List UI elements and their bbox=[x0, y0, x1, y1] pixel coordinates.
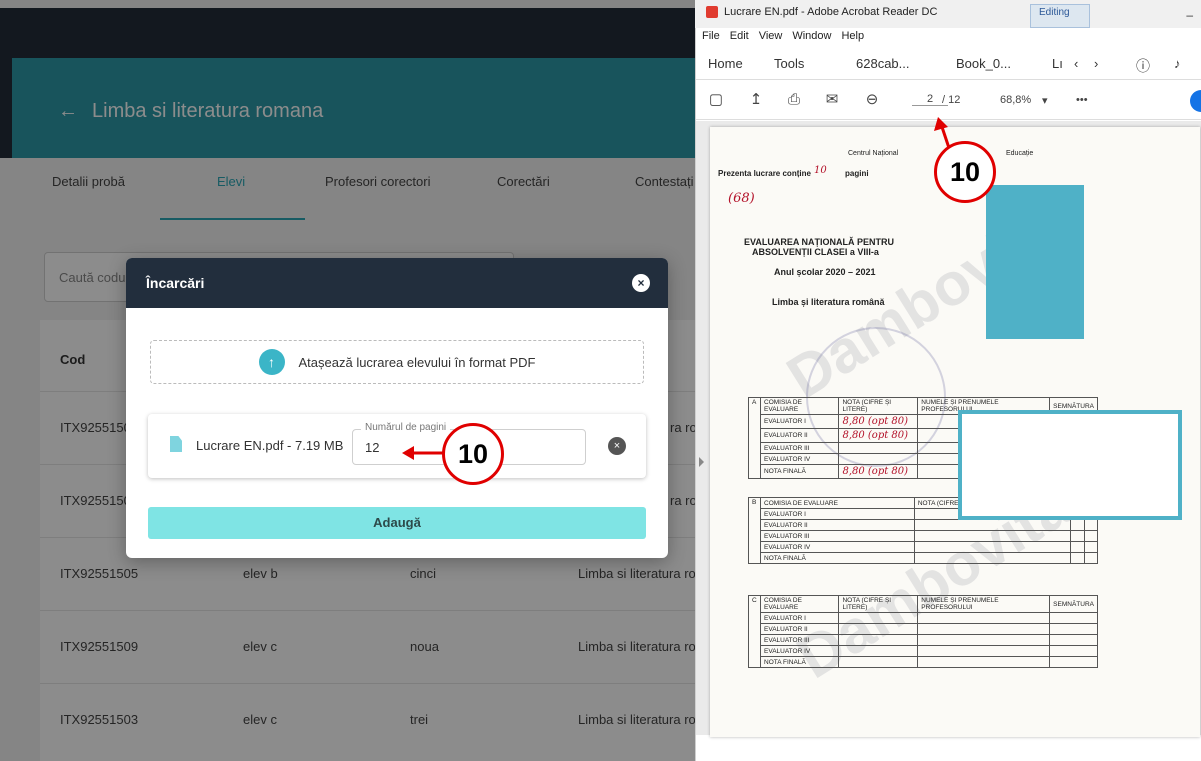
table-cell: EVALUATOR I bbox=[759, 612, 840, 624]
table-cell: EVALUATOR IV bbox=[760, 541, 915, 553]
table-header: NOTA (CIFRE ȘI LITERE) bbox=[838, 595, 919, 613]
tab-document-book[interactable]: Book_0... bbox=[956, 56, 1011, 71]
add-button[interactable]: Adaugă bbox=[148, 507, 646, 539]
more-tools-icon[interactable]: ••• bbox=[1076, 94, 1088, 106]
grade-cell: 8,80 (opt 80) bbox=[838, 414, 919, 429]
table-cell: NOTA FINALĂ bbox=[760, 552, 915, 564]
table-cell: EVALUATOR II bbox=[759, 623, 840, 635]
table-header: COMISIA DE EVALUARE bbox=[759, 397, 840, 415]
panel-toggle-icon[interactable] bbox=[699, 457, 704, 467]
evaluation-table-c: C COMISIA DE EVALUARE NOTA (CIFRE ȘI LIT… bbox=[748, 595, 1098, 668]
school-year: Anul școlar 2020 – 2021 bbox=[774, 267, 876, 277]
subject-label: Limba și literatura română bbox=[772, 297, 885, 307]
file-icon bbox=[170, 436, 182, 452]
grade-cell: 8,80 (opt 80) bbox=[838, 428, 919, 443]
table-letter: C bbox=[748, 595, 761, 668]
cloud-upload-icon: ↑ bbox=[258, 349, 285, 375]
tab-document-current[interactable]: Lı bbox=[1052, 56, 1063, 71]
table-cell: EVALUATOR I bbox=[760, 508, 915, 520]
tab-tools[interactable]: Tools bbox=[774, 56, 804, 71]
redacted-signature-block bbox=[958, 410, 1182, 520]
upload-cloud-icon[interactable]: ↥ bbox=[746, 90, 766, 110]
table-cell: EVALUATOR II bbox=[759, 428, 840, 443]
close-icon[interactable]: × bbox=[632, 274, 650, 292]
save-icon[interactable]: ▢ bbox=[706, 90, 726, 110]
menu-edit[interactable]: Edit bbox=[730, 30, 749, 42]
table-cell: EVALUATOR IV bbox=[759, 453, 840, 465]
acrobat-tab-bar: Home Tools 628cab... Book_0... Lı ‹ › ⓘ … bbox=[696, 48, 1201, 80]
acrobat-title-bar: Lucrare EN.pdf - Adobe Acrobat Reader DC bbox=[706, 6, 937, 18]
table-cell: EVALUATOR I bbox=[759, 414, 840, 429]
handwritten-mark: (68) bbox=[728, 191, 755, 206]
acrobat-menu-bar: File Edit View Window Help bbox=[702, 30, 864, 42]
contains-label: Prezenta lucrare conține bbox=[718, 169, 811, 178]
file-name: Lucrare EN.pdf - 7.19 MB bbox=[196, 438, 344, 453]
chevron-right-icon[interactable]: › bbox=[1094, 56, 1098, 71]
menu-window[interactable]: Window bbox=[792, 30, 831, 42]
page-count-value[interactable]: 12 bbox=[365, 440, 379, 455]
table-letter: A bbox=[748, 397, 761, 479]
table-cell: NOTA FINALĂ bbox=[759, 656, 840, 668]
bell-icon[interactable]: ♪ bbox=[1174, 56, 1181, 71]
remove-file-icon[interactable]: × bbox=[608, 437, 626, 455]
current-page[interactable]: 2 bbox=[927, 93, 933, 105]
zoom-dropdown-icon[interactable]: ▾ bbox=[1042, 94, 1048, 107]
attach-label: Atașează lucrarea elevului în format PDF bbox=[298, 354, 536, 370]
menu-view[interactable]: View bbox=[759, 30, 783, 42]
callout-badge-modal: 10 bbox=[442, 423, 504, 485]
table-header: NUMELE ȘI PRENUMELE PROFESORULUI bbox=[917, 595, 1051, 613]
acrobat-window: Lucrare EN.pdf - Adobe Acrobat Reader DC… bbox=[695, 6, 1201, 761]
exam-title-line-1: EVALUAREA NAȚIONALĂ PENTRU bbox=[744, 237, 894, 247]
print-icon[interactable]: ⎙ bbox=[784, 90, 804, 110]
page-count-label: Numărul de pagini bbox=[361, 422, 451, 433]
minimize-icon[interactable]: – bbox=[1186, 8, 1193, 22]
account-icon[interactable] bbox=[1190, 90, 1201, 112]
menu-help[interactable]: Help bbox=[841, 30, 864, 42]
document-viewer[interactable]: Dambovita Dambovita Centrul Național Edu… bbox=[696, 121, 1201, 737]
centre-label: Centrul Național bbox=[848, 150, 899, 157]
table-cell: EVALUATOR II bbox=[760, 519, 915, 531]
email-icon[interactable]: ✉ bbox=[822, 90, 842, 110]
grade-cell: 8,80 (opt 80) bbox=[838, 464, 919, 479]
help-icon[interactable]: ⓘ bbox=[1136, 56, 1150, 76]
table-header: NOTA (CIFRE ȘI LITERE) bbox=[838, 397, 919, 415]
upload-modal: Încarcări × ↑ Atașează lucrarea elevului… bbox=[126, 258, 668, 558]
pages-word: pagini bbox=[845, 169, 869, 178]
acrobat-title: Lucrare EN.pdf - Adobe Acrobat Reader DC bbox=[724, 6, 938, 18]
pdf-page: Dambovita Dambovita Centrul Național Edu… bbox=[710, 127, 1200, 737]
modal-header: Încarcări × bbox=[126, 258, 668, 308]
table-cell: NOTA FINALĂ bbox=[759, 464, 840, 479]
table-letter: B bbox=[748, 497, 761, 564]
educatie-label: Educație bbox=[1006, 150, 1034, 157]
table-cell: EVALUATOR III bbox=[759, 442, 840, 454]
tab-document-628cab[interactable]: 628cab... bbox=[856, 56, 910, 71]
acrobat-logo-icon bbox=[706, 6, 718, 18]
callout-badge-acrobat: 10 bbox=[934, 141, 996, 203]
redacted-block bbox=[986, 185, 1084, 339]
zoom-level[interactable]: 68,8% bbox=[1000, 94, 1031, 106]
exam-title-line-2: ABSOLVENȚII CLASEI a VIII-a bbox=[752, 247, 879, 257]
chevron-left-icon[interactable]: ‹ bbox=[1074, 56, 1078, 71]
table-header: SEMNĂTURA bbox=[1049, 595, 1098, 613]
table-cell: EVALUATOR III bbox=[759, 634, 840, 646]
attach-pdf-button[interactable]: ↑ Atașează lucrarea elevului în format P… bbox=[150, 340, 644, 384]
editing-tab[interactable]: Editing bbox=[1030, 4, 1090, 28]
menu-file[interactable]: File bbox=[702, 30, 720, 42]
total-pages: / 12 bbox=[942, 94, 961, 106]
table-cell: EVALUATOR IV bbox=[759, 645, 840, 657]
tab-home[interactable]: Home bbox=[708, 56, 743, 71]
table-header: COMISIA DE EVALUARE bbox=[760, 497, 915, 509]
table-header: COMISIA DE EVALUARE bbox=[759, 595, 840, 613]
zoom-out-icon[interactable]: ⊖ bbox=[862, 90, 882, 110]
modal-title: Încarcări bbox=[146, 275, 205, 291]
table-cell: EVALUATOR III bbox=[760, 530, 915, 542]
pages-handwritten: 10 bbox=[814, 165, 827, 176]
